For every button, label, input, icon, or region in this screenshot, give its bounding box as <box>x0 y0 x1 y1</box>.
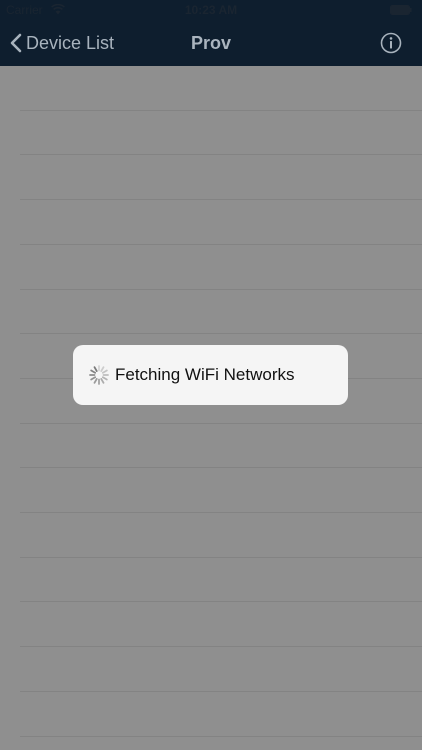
spinner-icon <box>89 365 109 385</box>
spinner-tick <box>93 366 98 372</box>
wifi-network-list <box>0 66 422 750</box>
row-separator <box>20 646 422 647</box>
spinner-tick <box>100 377 105 384</box>
row-separator <box>20 601 422 602</box>
row-separator <box>20 512 422 513</box>
spinner-tick <box>90 376 96 381</box>
battery-icon <box>390 5 412 15</box>
page-title: Prov <box>190 33 232 53</box>
top-bar: Carrier 10:23 AM Device List Prov <box>0 0 422 66</box>
info-icon[interactable] <box>380 32 402 54</box>
spinner-tick <box>93 377 98 384</box>
row-separator <box>20 557 422 558</box>
row-separator <box>20 467 422 468</box>
row-separator <box>20 289 422 290</box>
row-separator <box>20 244 422 245</box>
spinner-tick <box>101 369 108 374</box>
row-separator <box>20 333 422 334</box>
spinner-tick <box>100 366 105 372</box>
row-separator <box>20 691 422 692</box>
spinner-tick <box>90 369 96 374</box>
row-separator <box>20 423 422 424</box>
row-separator <box>20 110 422 111</box>
row-separator <box>20 199 422 200</box>
navigation-bar: Device List Prov <box>0 20 422 66</box>
spinner-tick <box>101 376 108 381</box>
row-separator <box>20 154 422 155</box>
loading-message: Fetching WiFi Networks <box>115 365 295 384</box>
loading-hud: Fetching WiFi Networks <box>73 345 348 405</box>
status-time: 10:23 AM <box>184 3 238 17</box>
screen: Carrier 10:23 AM Device List Prov Fetchi… <box>0 0 422 750</box>
status-bar: Carrier 10:23 AM <box>0 0 422 20</box>
row-separator <box>20 736 422 737</box>
